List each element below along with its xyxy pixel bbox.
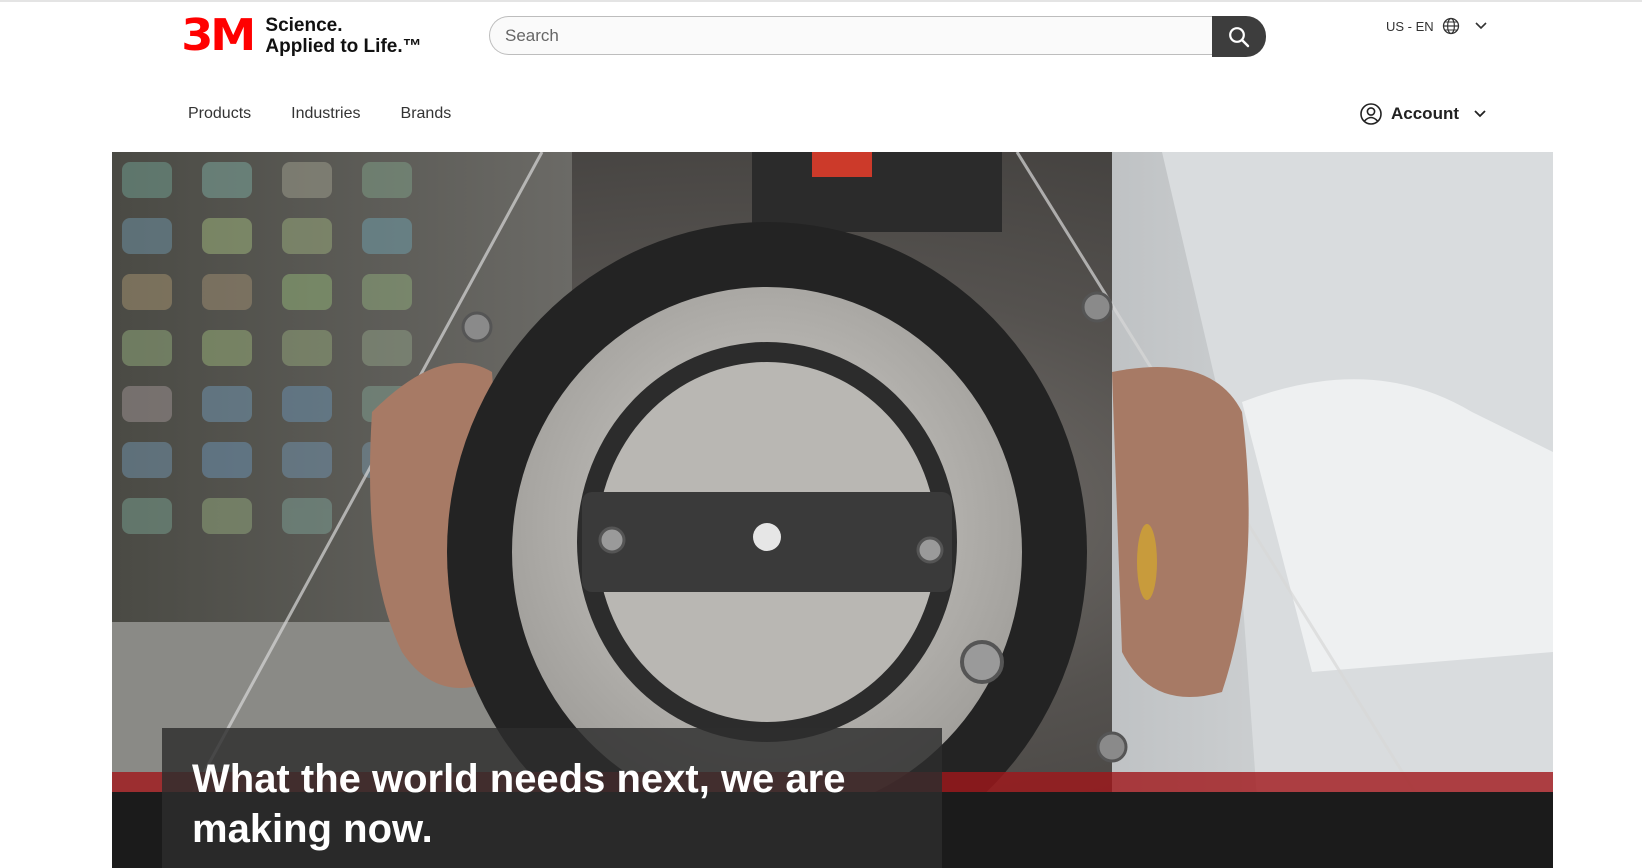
account-label: Account: [1391, 104, 1459, 123]
tagline-line-2: Applied to Life.™: [265, 36, 422, 57]
search-icon: [1229, 26, 1250, 47]
user-icon: [1360, 103, 1382, 125]
chevron-down-icon: [1475, 22, 1487, 30]
top-border: [0, 0, 1642, 2]
search-bar: [489, 16, 1266, 57]
hero-banner[interactable]: What the world needs next, we are making…: [112, 152, 1553, 868]
account-menu[interactable]: Account: [1359, 102, 1487, 126]
locale-selector[interactable]: US - EN: [1386, 17, 1488, 35]
search-button[interactable]: [1212, 16, 1266, 57]
logo-tagline: Science. Applied to Life.™: [265, 15, 421, 57]
tagline-line-1: Science.: [265, 15, 343, 36]
nav-item-industries[interactable]: Industries: [291, 105, 360, 123]
chevron-down-icon: [1474, 110, 1486, 118]
locale-label: US - EN: [1386, 18, 1434, 34]
search-input[interactable]: [489, 16, 1212, 55]
globe-icon: [1442, 17, 1459, 35]
hero-headline: What the world needs next, we are making…: [192, 757, 846, 851]
3m-logo[interactable]: 3M Science. Applied to Life.™: [181, 10, 421, 61]
hero-caption: What the world needs next, we are making…: [162, 728, 942, 868]
logo-mark: 3M: [181, 10, 256, 61]
nav-item-products[interactable]: Products: [188, 105, 251, 123]
nav-item-brands[interactable]: Brands: [401, 105, 452, 123]
main-nav: Products Industries Brands: [188, 105, 451, 123]
